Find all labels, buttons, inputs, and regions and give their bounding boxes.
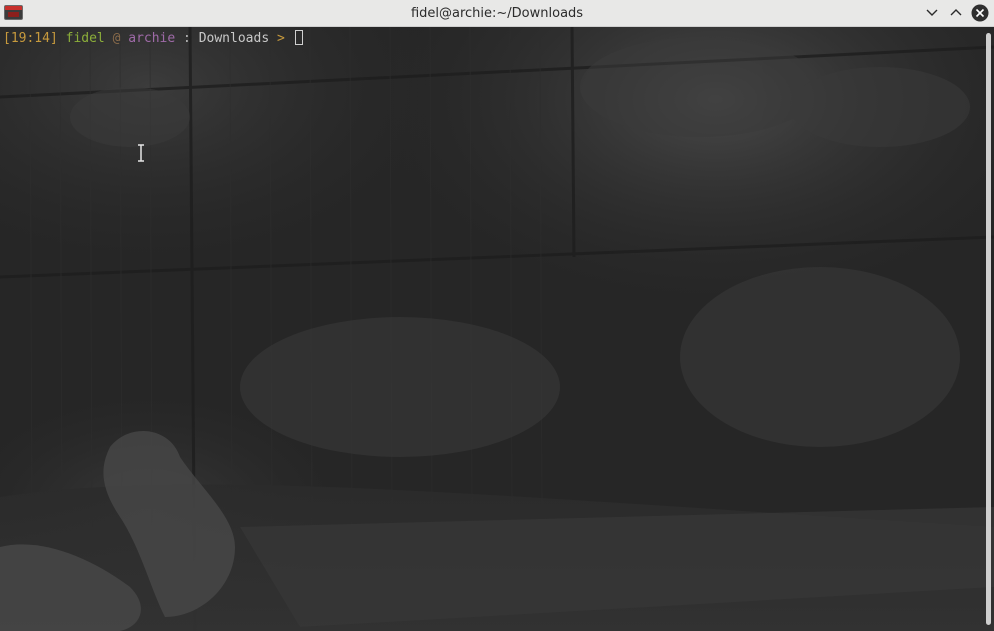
close-circle-icon — [971, 4, 989, 22]
title-bar[interactable]: fidel@archie:~/Downloads — [0, 0, 994, 27]
text-ibeam-icon — [138, 144, 144, 162]
window-title: fidel@archie:~/Downloads — [410, 6, 584, 21]
minimize-button[interactable] — [923, 4, 941, 22]
prompt-user: fidel — [65, 31, 105, 46]
maximize-button[interactable] — [947, 4, 965, 22]
terminal-area[interactable]: [19:14] fidel @ archie : Downloads > — [0, 27, 994, 631]
shell-prompt[interactable]: [19:14] fidel @ archie : Downloads > — [3, 30, 303, 47]
prompt-time: [19:14] — [3, 31, 58, 46]
text-cursor — [294, 30, 303, 45]
close-button[interactable] — [971, 4, 989, 22]
terminal-window: fidel@archie:~/Downloads [19:14] fidel @… — [0, 0, 994, 631]
prompt-separator: : — [183, 31, 191, 46]
prompt-at: @ — [112, 31, 121, 46]
prompt-host: archie — [128, 31, 176, 46]
chevron-down-icon — [926, 9, 938, 16]
scrollbar[interactable] — [986, 33, 991, 625]
prompt-symbol: > — [276, 31, 285, 46]
background-wallpaper — [0, 27, 994, 631]
chevron-up-icon — [950, 9, 962, 16]
prompt-directory: Downloads — [198, 31, 270, 46]
